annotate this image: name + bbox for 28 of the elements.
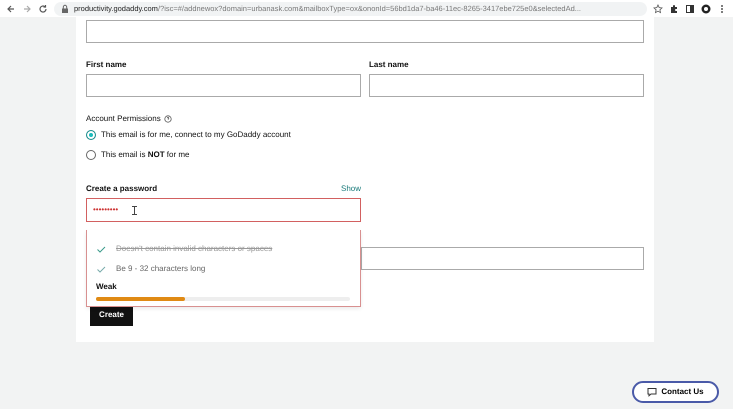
star-icon[interactable]	[653, 4, 663, 14]
radio-button[interactable]	[86, 150, 96, 160]
reload-icon[interactable]	[38, 4, 48, 14]
requirement-text: Be 9 - 32 characters long	[116, 263, 206, 275]
password-field[interactable]: •••••••••	[86, 198, 361, 222]
field-label: Create a password	[86, 183, 158, 195]
text-field[interactable]	[361, 247, 644, 270]
last-name-field[interactable]	[369, 74, 644, 97]
email-field[interactable]	[86, 20, 644, 43]
radio-button[interactable]	[86, 130, 96, 140]
radio-label: This email is for me, connect to my GoDaddy account	[101, 129, 291, 141]
back-icon[interactable]	[6, 4, 16, 14]
radio-label: This email is NOT for me	[101, 149, 190, 161]
strength-label: Weak	[96, 281, 118, 293]
lock-icon	[60, 4, 70, 14]
sidebar-icon[interactable]	[685, 4, 695, 14]
show-link[interactable]: Show	[340, 183, 361, 198]
help-icon[interactable]	[164, 115, 172, 123]
contact-button[interactable]: Contact Us	[632, 381, 719, 403]
chat-icon	[647, 387, 658, 397]
section-label: Account Permissions	[86, 113, 161, 125]
field-label: First name	[86, 59, 128, 71]
requirement-text: Doesn't contain invalid characters or spaces	[116, 243, 272, 255]
first-name-field[interactable]	[86, 74, 361, 97]
field-label: Last name	[369, 59, 410, 71]
puzzle-icon[interactable]	[669, 4, 679, 14]
profile-icon[interactable]	[701, 4, 711, 14]
text-cursor-icon	[132, 206, 138, 214]
